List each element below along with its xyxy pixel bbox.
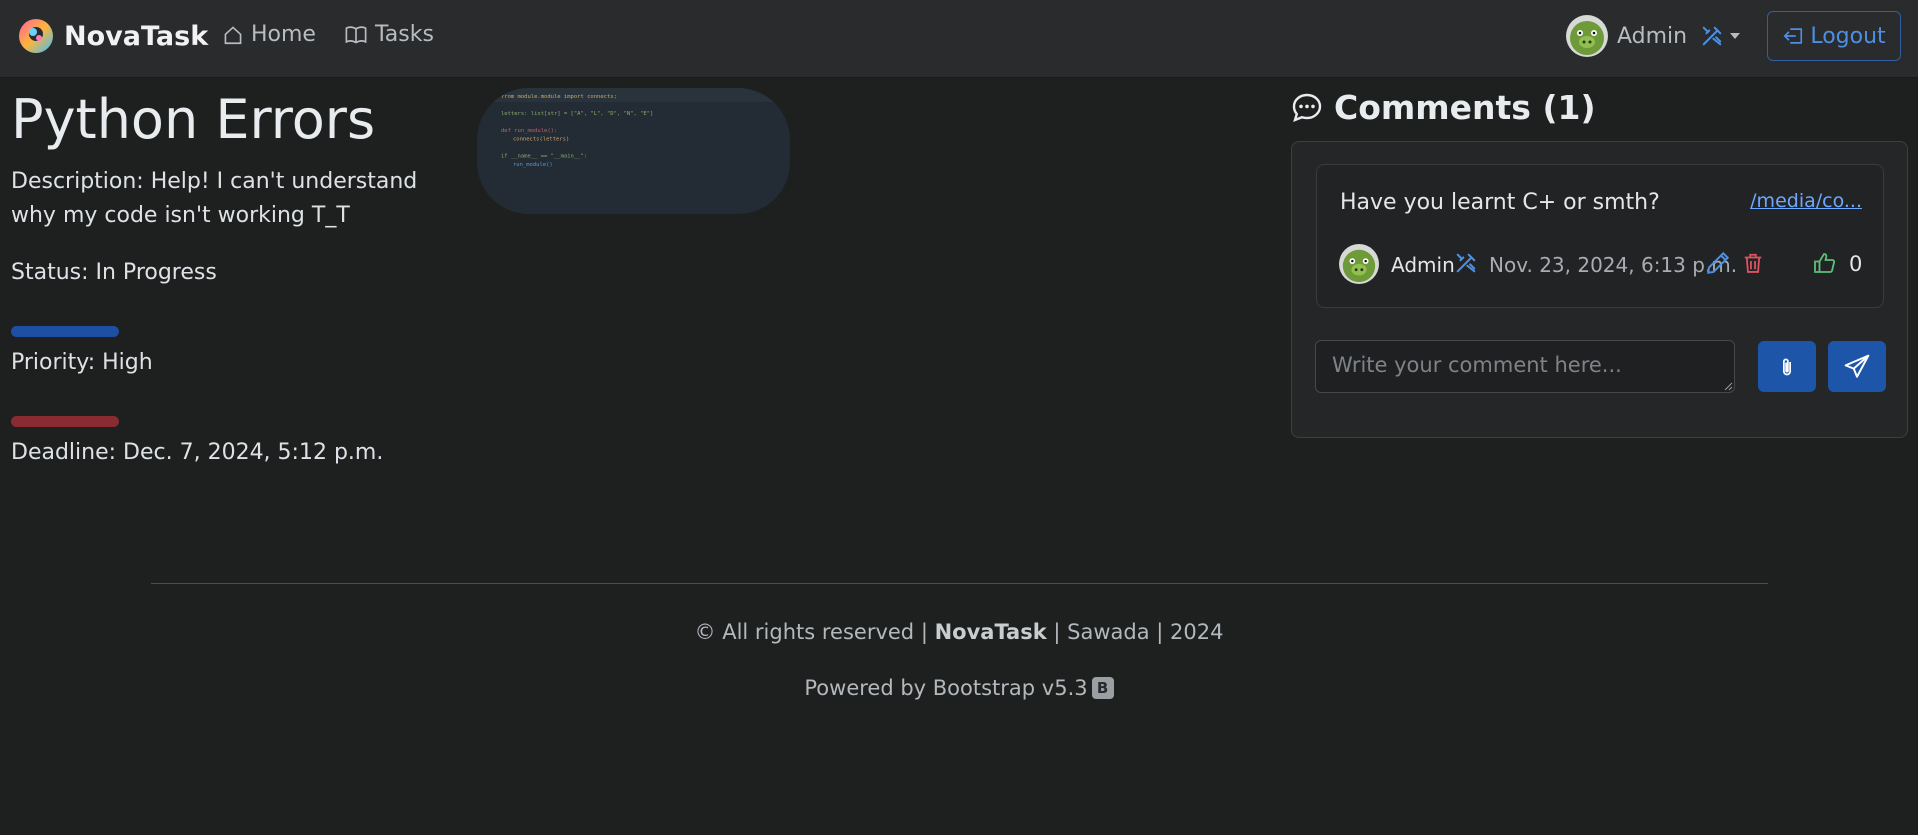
brand-name: NovaTask	[64, 20, 209, 52]
book-icon	[345, 25, 367, 44]
deadline-indicator-bar	[11, 416, 119, 427]
nav-home-link[interactable]: Home	[222, 22, 316, 47]
user-dropdown[interactable]: Admin	[1566, 15, 1741, 57]
comment-date: Nov. 23, 2024, 6:13 p.m.	[1489, 253, 1738, 277]
like-count: 0	[1849, 252, 1863, 276]
logout-button[interactable]: Logout	[1767, 11, 1901, 61]
paperclip-icon	[1783, 358, 1791, 375]
comments-heading: Comments (1)	[1290, 88, 1596, 127]
logout-icon	[1783, 28, 1803, 44]
comment-avatar	[1339, 244, 1379, 284]
footer-brand: NovaTask	[934, 620, 1047, 644]
comments-heading-text: Comments (1)	[1334, 88, 1596, 127]
code-line: run_module()	[513, 162, 553, 168]
send-icon	[1844, 354, 1870, 378]
code-screenshot: from module.module import connects; lette…	[477, 88, 790, 214]
trash-icon[interactable]	[1742, 251, 1764, 275]
send-comment-button[interactable]	[1828, 341, 1886, 392]
task-title: Python Errors	[11, 88, 376, 151]
novatask-logo-icon	[19, 19, 53, 53]
task-priority: Priority: High	[11, 350, 153, 375]
task-deadline: Deadline: Dec. 7, 2024, 5:12 p.m.	[11, 440, 384, 465]
pig-avatar-icon	[1339, 244, 1379, 284]
comments-card: Have you learnt C+ or smth? /media/co...…	[1291, 141, 1908, 438]
resize-grip-icon[interactable]	[1724, 382, 1733, 391]
tools-icon	[1456, 253, 1476, 273]
chevron-down-icon	[1730, 33, 1741, 39]
comment-text: Have you learnt C+ or smth?	[1340, 190, 1660, 215]
chat-dots-icon	[1292, 93, 1322, 122]
logout-label: Logout	[1810, 23, 1886, 49]
attach-file-button[interactable]	[1758, 341, 1816, 392]
code-line: from module.module import connects;	[501, 94, 617, 100]
comment-attachment-link[interactable]: /media/co...	[1750, 190, 1862, 212]
task-description: Description: Help! I can't understand wh…	[11, 169, 418, 228]
powered-by-text: Powered by Bootstrap v5.3	[804, 676, 1088, 700]
task-attachment-image[interactable]: from module.module import connects; lette…	[477, 88, 790, 214]
footer-prefix: © All rights reserved |	[694, 620, 935, 644]
house-icon	[224, 25, 242, 44]
brand[interactable]: NovaTask	[18, 18, 208, 54]
comment-author: Admin	[1391, 253, 1455, 277]
tools-icon	[1702, 26, 1722, 46]
bootstrap-logo-icon: B	[1091, 677, 1114, 699]
comment-item: Have you learnt C+ or smth? /media/co...…	[1316, 164, 1884, 308]
pencil-icon[interactable]	[1706, 251, 1730, 275]
thumbs-up-icon[interactable]	[1812, 251, 1836, 275]
nav-tasks-label: Tasks	[375, 22, 434, 47]
pig-avatar-icon	[1566, 15, 1608, 57]
comment-input[interactable]	[1315, 340, 1735, 393]
user-name: Admin	[1617, 23, 1688, 49]
footer-powered-by: Powered by Bootstrap v5.3 B	[0, 676, 1918, 700]
task-status: Status: In Progress	[11, 260, 217, 285]
nav-home-label: Home	[251, 22, 316, 47]
code-line: if __name__ == "__main__":	[501, 154, 587, 160]
footer-suffix: | Sawada | 2024	[1046, 620, 1224, 644]
code-line: letters: list[str] = ["A", "L", "D", "N"…	[501, 111, 653, 117]
nav-tasks-link[interactable]: Tasks	[344, 22, 434, 47]
footer-divider	[151, 583, 1768, 584]
top-navbar: NovaTask Home Tasks Admin Logout	[0, 0, 1918, 77]
avatar	[1566, 15, 1608, 57]
footer-copyright: © All rights reserved | NovaTask | Sawad…	[0, 620, 1918, 644]
code-line: connects(letters)	[513, 137, 569, 143]
code-line: def run_module():	[501, 128, 557, 134]
priority-indicator-bar	[11, 326, 119, 337]
